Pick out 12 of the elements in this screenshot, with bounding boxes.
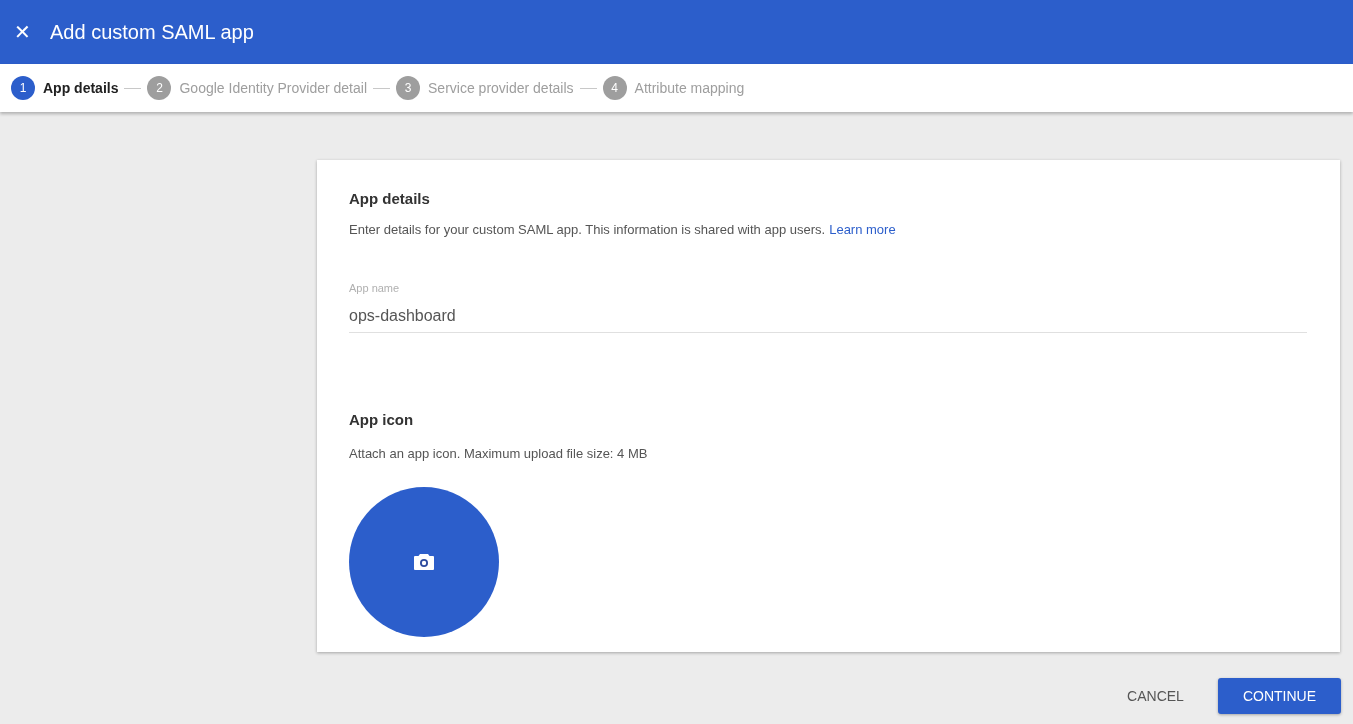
continue-button[interactable]: CONTINUE xyxy=(1217,678,1341,714)
app-name-field[interactable]: App name ops-dashboard xyxy=(349,279,1307,333)
description-text: Enter details for your custom SAML app. This information is shared with app users. xyxy=(349,221,826,239)
cancel-button[interactable]: CANCEL xyxy=(1119,678,1192,714)
learn-more-link[interactable]: Learn more xyxy=(829,220,896,240)
section-title: App details xyxy=(349,189,431,208)
window-title: Add custom SAML app xyxy=(50,20,254,45)
close-button[interactable]: ✕ xyxy=(10,20,34,44)
description-text: Attach an app icon. Maximum upload file size: 4 MB xyxy=(349,444,649,463)
step-tab[interactable]: 1 App details xyxy=(11,76,119,100)
camera-icon xyxy=(413,553,435,571)
section-title: App icon xyxy=(349,410,415,430)
